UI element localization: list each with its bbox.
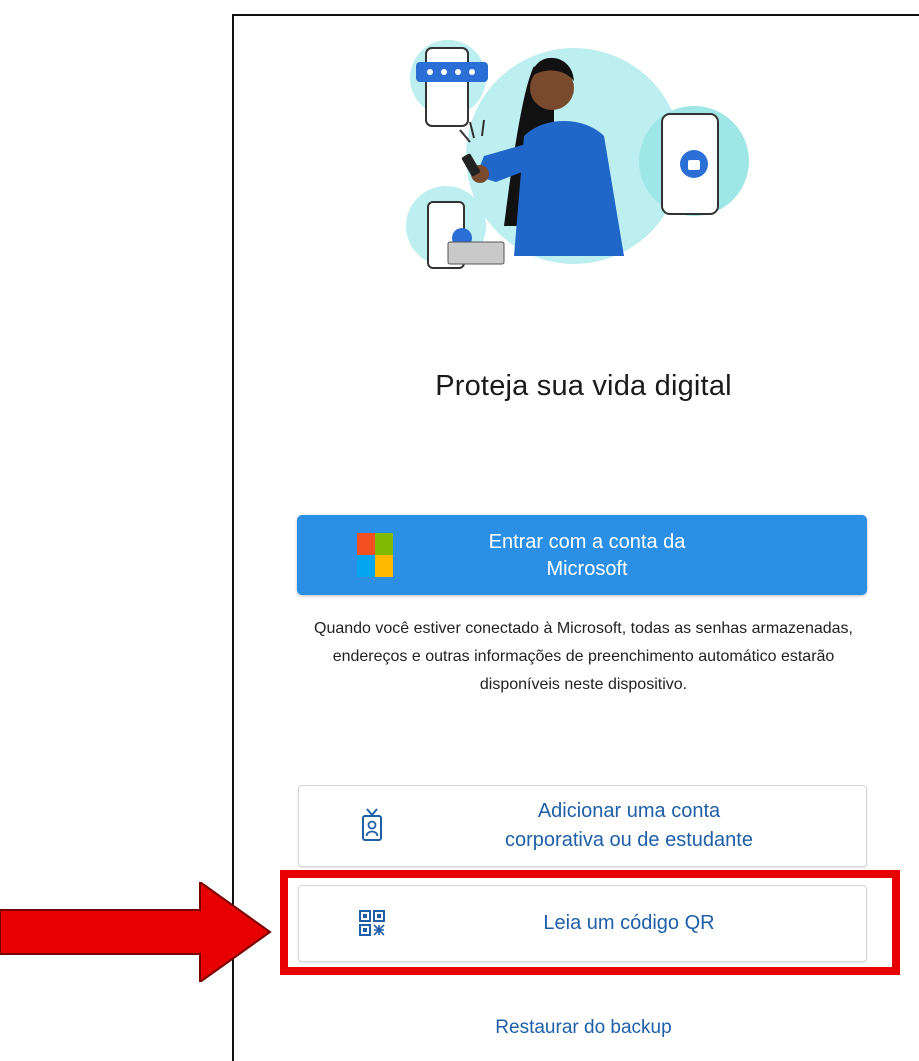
add-work-account-line2: corporativa ou de estudante (505, 829, 753, 851)
sync-description: Quando você estiver conectado à Microsof… (314, 620, 853, 693)
security-illustration (406, 40, 749, 269)
microsoft-logo-icon (357, 533, 393, 577)
sign-in-microsoft-label: Entrar com a conta da Microsoft (437, 529, 737, 583)
id-badge-icon (362, 808, 382, 841)
page: Proteja sua vida digital Entrar com a co… (0, 0, 919, 1061)
add-work-account-label: Adicionar uma conta corporativa ou de es… (429, 797, 829, 855)
page-title: Proteja sua vida digital (435, 370, 732, 402)
restore-backup-link[interactable]: Restaurar do backup (300, 1017, 867, 1039)
add-work-account-line1: Adicionar uma conta (537, 800, 721, 822)
pointer-arrow-icon (0, 882, 272, 982)
highlight-annotation (280, 870, 900, 975)
sign-in-microsoft-button[interactable]: Entrar com a conta da Microsoft (297, 515, 867, 595)
sign-in-label-line2: Microsoft (546, 558, 628, 580)
sign-in-label-line1: Entrar com a conta da (488, 531, 686, 553)
add-work-account-button[interactable]: Adicionar uma conta corporativa ou de es… (298, 785, 867, 867)
